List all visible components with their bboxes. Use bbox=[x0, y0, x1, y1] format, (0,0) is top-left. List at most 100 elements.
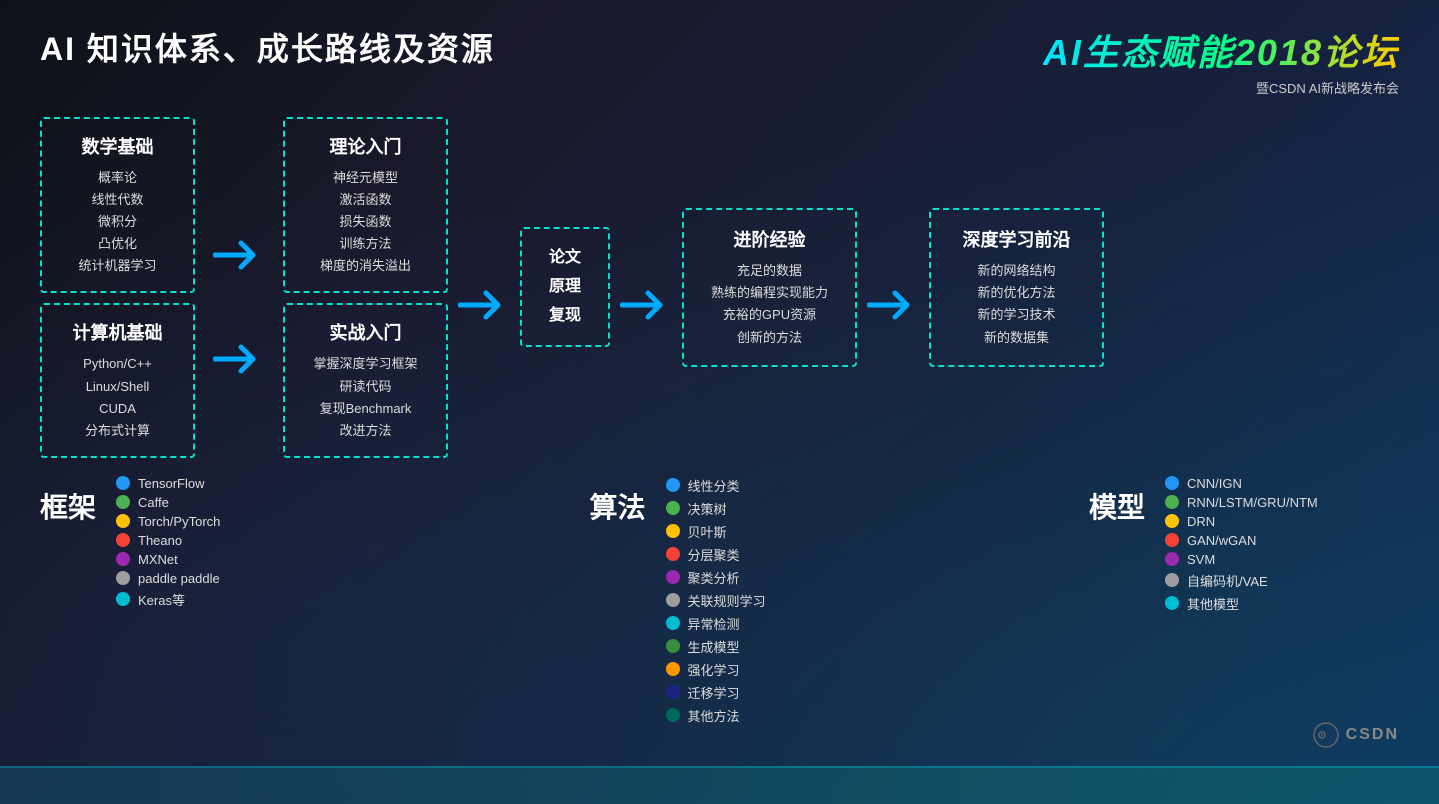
legend-item: 线性分类 bbox=[666, 476, 766, 495]
legend-item: 分层聚类 bbox=[666, 545, 766, 564]
main-content: AI 知识体系、成长路线及资源 AI生态赋能2018论坛 暨CSDN AI新战略… bbox=[0, 0, 1439, 804]
legend-item: 其他模型 bbox=[1165, 594, 1318, 613]
deep-items: 新的网络结构 新的优化方法 新的学习技术 新的数据集 bbox=[945, 260, 1088, 348]
legend-label: 聚类分析 bbox=[688, 568, 740, 587]
dot bbox=[666, 478, 680, 492]
legend-item: 其他方法 bbox=[666, 706, 766, 725]
dot bbox=[1165, 552, 1179, 566]
logo-sub: 暨CSDN AI新战略发布会 bbox=[1256, 78, 1399, 97]
advanced-box: 进阶经验 充足的数据 熟练的编程实现能力 充裕的GPU资源 创新的方法 bbox=[682, 208, 857, 366]
arrow3 bbox=[620, 287, 672, 328]
theory-box: 理论入门 神经元模型 激活函数 损失函数 训练方法 梯度的消失溢出 bbox=[283, 117, 448, 293]
header: AI 知识体系、成长路线及资源 AI生态赋能2018论坛 暨CSDN AI新战略… bbox=[40, 24, 1399, 97]
arrow1-top bbox=[205, 237, 273, 273]
main-title: AI 知识体系、成长路线及资源 bbox=[40, 24, 495, 70]
legend-label: CNN/IGN bbox=[1187, 476, 1242, 491]
practice-box: 实战入门 掌握深度学习框架 研读代码 复现Benchmark 改进方法 bbox=[283, 303, 448, 457]
computer-box: 计算机基础 Python/C++ Linux/Shell CUDA 分布式计算 bbox=[40, 303, 195, 457]
dot bbox=[666, 524, 680, 538]
legend-label: Theano bbox=[138, 533, 182, 548]
dot bbox=[116, 533, 130, 547]
legend-label: 其他模型 bbox=[1187, 594, 1239, 613]
algorithm-title: 算法 bbox=[590, 486, 646, 526]
dot bbox=[1165, 495, 1179, 509]
legend-label: 强化学习 bbox=[688, 660, 740, 679]
advanced-title: 进阶经验 bbox=[698, 226, 841, 252]
dot bbox=[666, 662, 680, 676]
arrow2 bbox=[458, 287, 510, 328]
top-diagram: 数学基础 概率论 线性代数 微积分 凸优化 统计机器学习 计算机基础 Pytho… bbox=[40, 117, 1399, 458]
legend-label: GAN/wGAN bbox=[1187, 533, 1256, 548]
legend-item: Caffe bbox=[116, 495, 220, 510]
legend-label: 关联规则学习 bbox=[688, 591, 766, 610]
legend-label: 自编码机/VAE bbox=[1187, 571, 1268, 590]
paper-title: 论文 原理 复现 bbox=[549, 244, 581, 330]
legend-label: 生成模型 bbox=[688, 637, 740, 656]
paper-box: 论文 原理 复现 bbox=[520, 227, 610, 347]
deep-box: 深度学习前沿 新的网络结构 新的优化方法 新的学习技术 新的数据集 bbox=[929, 208, 1104, 366]
dot bbox=[666, 708, 680, 722]
legend-item: 强化学习 bbox=[666, 660, 766, 679]
legend-label: RNN/LSTM/GRU/NTM bbox=[1187, 495, 1318, 510]
arrow1-bottom bbox=[205, 341, 273, 377]
dot bbox=[666, 547, 680, 561]
dot bbox=[666, 616, 680, 630]
legend-item: 决策树 bbox=[666, 499, 766, 518]
legend-item: 迁移学习 bbox=[666, 683, 766, 702]
arrow1-group bbox=[205, 197, 273, 377]
legend-label: 决策树 bbox=[688, 499, 727, 518]
math-title: 数学基础 bbox=[58, 133, 177, 159]
computer-title: 计算机基础 bbox=[58, 319, 177, 345]
model-legend: 模型 CNN/IGN RNN/LSTM/GRU/NTM DRN GAN/wGAN SVM… bbox=[1089, 476, 1399, 725]
legend-item: TensorFlow bbox=[116, 476, 220, 491]
legend-label: Keras等 bbox=[138, 590, 185, 609]
legend-label: 分层聚类 bbox=[688, 545, 740, 564]
math-box: 数学基础 概率论 线性代数 微积分 凸优化 统计机器学习 bbox=[40, 117, 195, 293]
algorithm-legend: 算法 线性分类决策树贝叶斯分层聚类聚类分析关联规则学习异常检测生成模型强化学习迁… bbox=[590, 476, 850, 725]
logo-main: AI生态赋能2018论坛 bbox=[1043, 24, 1399, 76]
legend-item: 贝叶斯 bbox=[666, 522, 766, 541]
dot bbox=[1165, 573, 1179, 587]
legend-item: MXNet bbox=[116, 552, 220, 567]
legend-label: Caffe bbox=[138, 495, 169, 510]
legend-item: GAN/wGAN bbox=[1165, 533, 1318, 548]
legend-label: MXNet bbox=[138, 552, 178, 567]
model-title: 模型 bbox=[1089, 486, 1145, 526]
dot bbox=[116, 476, 130, 490]
legend-item: Keras等 bbox=[116, 590, 220, 609]
theory-title: 理论入门 bbox=[301, 133, 430, 159]
bottom-row: 框架 TensorFlowCaffeTorch/PyTorchTheanoMXN… bbox=[40, 476, 1399, 725]
legend-label: 贝叶斯 bbox=[688, 522, 727, 541]
legend-item: 聚类分析 bbox=[666, 568, 766, 587]
practice-title: 实战入门 bbox=[301, 319, 430, 345]
framework-legend: 框架 TensorFlowCaffeTorch/PyTorchTheanoMXN… bbox=[40, 476, 350, 725]
dot bbox=[666, 501, 680, 515]
legend-item: paddle paddle bbox=[116, 571, 220, 586]
dot bbox=[666, 685, 680, 699]
legend-item: DRN bbox=[1165, 514, 1318, 529]
legend-item: Theano bbox=[116, 533, 220, 548]
legend-item: Torch/PyTorch bbox=[116, 514, 220, 529]
legend-label: DRN bbox=[1187, 514, 1215, 529]
dot bbox=[116, 552, 130, 566]
legend-label: paddle paddle bbox=[138, 571, 220, 586]
legend-label: SVM bbox=[1187, 552, 1215, 567]
dot bbox=[666, 570, 680, 584]
legend-label: TensorFlow bbox=[138, 476, 204, 491]
legend-item: 自编码机/VAE bbox=[1165, 571, 1318, 590]
advanced-items: 充足的数据 熟练的编程实现能力 充裕的GPU资源 创新的方法 bbox=[698, 260, 841, 348]
dot bbox=[666, 639, 680, 653]
model-items: CNN/IGN RNN/LSTM/GRU/NTM DRN GAN/wGAN SVM 自编码… bbox=[1165, 476, 1318, 613]
logo-area: AI生态赋能2018论坛 暨CSDN AI新战略发布会 bbox=[1043, 24, 1399, 97]
computer-items: Python/C++ Linux/Shell CUDA 分布式计算 bbox=[58, 353, 177, 441]
dot bbox=[116, 571, 130, 585]
practice-items: 掌握深度学习框架 研读代码 复现Benchmark 改进方法 bbox=[301, 353, 430, 441]
legend-item: SVM bbox=[1165, 552, 1318, 567]
math-items: 概率论 线性代数 微积分 凸优化 统计机器学习 bbox=[58, 167, 177, 277]
theory-items: 神经元模型 激活函数 损失函数 训练方法 梯度的消失溢出 bbox=[301, 167, 430, 277]
legend-label: 迁移学习 bbox=[688, 683, 740, 702]
algorithm-items: 线性分类决策树贝叶斯分层聚类聚类分析关联规则学习异常检测生成模型强化学习迁移学习… bbox=[666, 476, 766, 725]
arrow4 bbox=[867, 287, 919, 328]
dot bbox=[1165, 514, 1179, 528]
legend-item: CNN/IGN bbox=[1165, 476, 1318, 491]
